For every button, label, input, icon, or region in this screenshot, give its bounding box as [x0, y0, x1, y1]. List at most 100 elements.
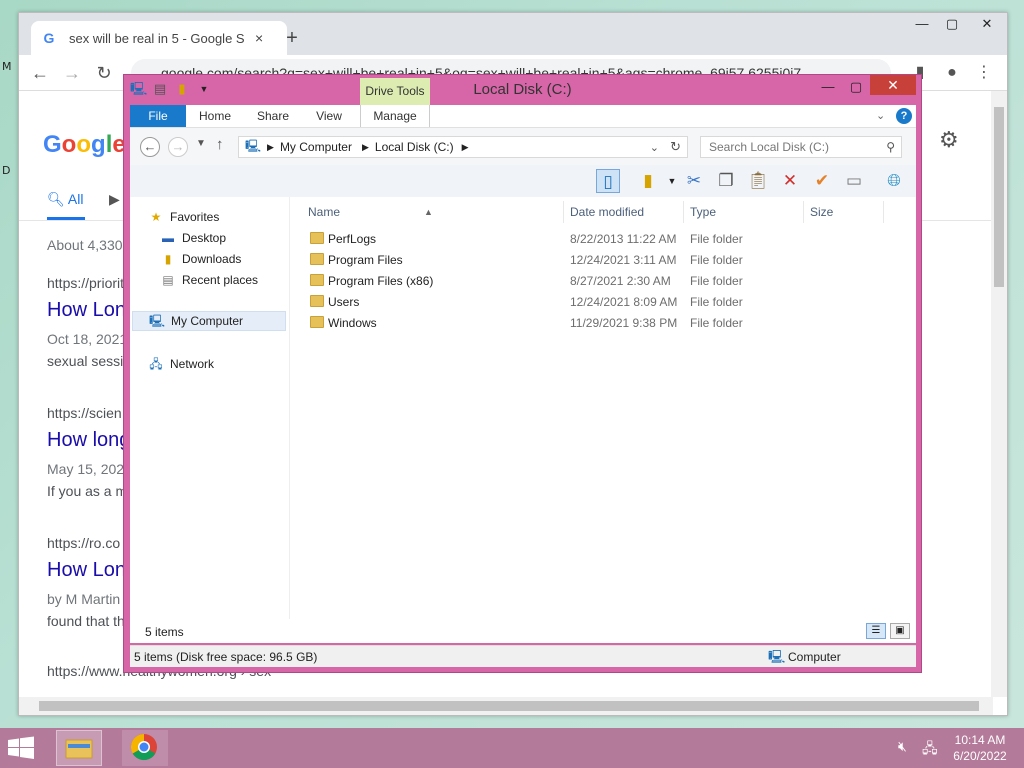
- nav-favorites[interactable]: ★ Favorites: [148, 207, 220, 227]
- desktop-icon-label[interactable]: D: [2, 164, 10, 177]
- videos-tab-icon[interactable]: ▶: [109, 191, 120, 208]
- rename-icon[interactable]: ▭: [842, 169, 866, 193]
- result-title-link[interactable]: How long: [47, 429, 130, 452]
- recent-locations-icon[interactable]: ▼: [196, 138, 206, 149]
- result-date: Oct 18, 2021: [47, 331, 128, 347]
- tab-view[interactable]: View: [306, 105, 352, 127]
- file-row[interactable]: Program Files 12/24/2021 3:11 AM File fo…: [298, 250, 898, 271]
- file-name: PerfLogs: [328, 232, 377, 246]
- file-row[interactable]: Users 12/24/2021 8:09 AM File folder: [298, 292, 898, 313]
- paste-icon[interactable]: 📋︎: [746, 169, 770, 193]
- search-input[interactable]: Search Local Disk (C:) ⚲: [700, 136, 902, 158]
- file-explorer-taskbar-icon[interactable]: [56, 730, 102, 766]
- forward-icon[interactable]: →: [59, 61, 85, 85]
- network-icon: 🖧: [149, 357, 163, 371]
- nav-downloads[interactable]: ▮ Downloads: [160, 249, 242, 269]
- system-clock[interactable]: 10:14 AM 6/20/2022: [940, 732, 1020, 764]
- result-title-link[interactable]: How Lon: [47, 559, 126, 582]
- result-snippet: sexual sessi: [47, 353, 124, 369]
- column-header-size[interactable]: Size: [804, 201, 884, 223]
- google-logo[interactable]: Google: [43, 131, 126, 159]
- column-header-name[interactable]: Name ▲: [302, 201, 564, 223]
- reload-icon[interactable]: ↻: [91, 61, 117, 85]
- breadcrumb-local-disk[interactable]: Local Disk (C:): [375, 140, 454, 154]
- copy-icon[interactable]: ❐: [714, 169, 738, 193]
- help-icon[interactable]: ?: [896, 108, 912, 124]
- back-icon[interactable]: ←: [140, 137, 160, 157]
- file-row[interactable]: Program Files (x86) 8/27/2021 2:30 AM Fi…: [298, 271, 898, 292]
- breadcrumb-my-computer[interactable]: My Computer: [280, 140, 352, 154]
- speaker-muted-icon[interactable]: 🔇︎: [898, 738, 907, 755]
- scrollbar-thumb[interactable]: [39, 701, 979, 711]
- cut-icon[interactable]: ✂: [682, 169, 706, 193]
- breadcrumb-chevron-icon[interactable]: ▶: [462, 142, 469, 153]
- result-url[interactable]: https://ro.co: [47, 535, 120, 551]
- expand-ribbon-icon[interactable]: ⌄: [876, 105, 885, 127]
- result-title-link[interactable]: How Lon: [47, 299, 126, 322]
- vertical-scrollbar[interactable]: [991, 91, 1007, 697]
- large-icons-view-icon[interactable]: ▣: [890, 623, 910, 639]
- horizontal-scrollbar[interactable]: [19, 697, 993, 715]
- tab-file[interactable]: File: [130, 105, 186, 127]
- delete-icon[interactable]: ✕: [778, 169, 802, 193]
- close-icon[interactable]: ✕: [967, 13, 1007, 35]
- tab-close-button[interactable]: ×: [255, 30, 263, 46]
- preview-pane-icon[interactable]: ▯: [596, 169, 620, 193]
- settings-gear-icon[interactable]: ⚙: [939, 127, 959, 153]
- profile-icon[interactable]: ●: [939, 61, 965, 85]
- checkmark-icon[interactable]: ✔: [810, 169, 834, 193]
- file-type: File folder: [690, 295, 743, 309]
- maximize-icon[interactable]: ▢: [842, 77, 870, 97]
- google-favicon-icon: G: [43, 30, 55, 46]
- details-view-icon[interactable]: ☰: [866, 623, 886, 639]
- file-row[interactable]: Windows 11/29/2021 9:38 PM File folder: [298, 313, 898, 334]
- chrome-menu-icon[interactable]: ⋮: [971, 61, 997, 85]
- tab-home[interactable]: Home: [192, 105, 238, 127]
- file-name: Users: [328, 295, 360, 309]
- computer-icon: 🖳: [768, 649, 786, 664]
- network-globe-icon[interactable]: 🌐︎: [882, 169, 906, 193]
- column-header-date[interactable]: Date modified: [564, 201, 684, 223]
- refresh-icon[interactable]: ↻: [670, 139, 681, 155]
- windows-start-icon[interactable]: [6, 736, 38, 760]
- nav-network[interactable]: 🖧 Network: [148, 354, 214, 374]
- result-snippet: found that th: [47, 613, 125, 629]
- tab-share[interactable]: Share: [250, 105, 296, 127]
- browser-tab[interactable]: G sex will be real in 5 - Google Sea ×: [31, 21, 287, 55]
- result-url[interactable]: https://priorit: [47, 275, 124, 291]
- chrome-taskbar-icon[interactable]: [122, 730, 168, 766]
- breadcrumb-chevron-icon[interactable]: ▶: [362, 142, 369, 153]
- dropdown-icon[interactable]: ▼: [660, 169, 684, 193]
- tab-manage[interactable]: Manage: [360, 105, 430, 127]
- address-dropdown-icon[interactable]: ⌄: [650, 141, 659, 154]
- result-url[interactable]: https://scien: [47, 405, 122, 421]
- back-icon[interactable]: ←: [27, 61, 53, 85]
- file-date: 8/27/2021 2:30 AM: [570, 274, 671, 288]
- taskbar: 🔇︎ 🖧 10:14 AM 6/20/2022: [0, 728, 1024, 768]
- desktop-icon-label[interactable]: M: [2, 60, 12, 73]
- minimize-icon[interactable]: —: [814, 77, 842, 97]
- maximize-icon[interactable]: ▢: [937, 13, 967, 35]
- new-tab-button[interactable]: +: [279, 25, 305, 51]
- folder-options-icon[interactable]: ▮: [636, 169, 660, 193]
- network-tray-icon[interactable]: 🖧: [922, 738, 938, 762]
- search-icon[interactable]: ⚲: [886, 137, 895, 157]
- search-placeholder: Search Local Disk (C:): [709, 140, 830, 154]
- minimize-icon[interactable]: —: [907, 13, 937, 35]
- file-type: File folder: [690, 316, 743, 330]
- up-icon[interactable]: ↑: [216, 136, 224, 153]
- forward-icon[interactable]: →: [168, 137, 188, 157]
- breadcrumb-chevron-icon[interactable]: ▶: [267, 142, 274, 153]
- close-button[interactable]: ✕: [870, 75, 916, 95]
- nav-recent-places[interactable]: ▤ Recent places: [160, 270, 258, 290]
- address-box[interactable]: 🖳 ▶ My Computer ▶ Local Disk (C:) ▶ ⌄ ↻: [238, 136, 688, 158]
- nav-my-computer[interactable]: 🖳 My Computer: [132, 311, 286, 331]
- star-icon: ★: [150, 210, 162, 224]
- scrollbar-thumb[interactable]: [994, 107, 1004, 287]
- details-status-bar: 5 items (Disk free space: 96.5 GB) 🖳 Com…: [130, 645, 916, 667]
- column-header-type[interactable]: Type: [684, 201, 804, 223]
- tab-all[interactable]: 🔍︎ All: [47, 191, 83, 208]
- nav-desktop[interactable]: ▬ Desktop: [160, 228, 226, 248]
- explorer-titlebar[interactable]: 🖳 ▤ ▮ ▼ Local Disk (C:) — ▢ ✕: [124, 75, 921, 105]
- file-row[interactable]: PerfLogs 8/22/2013 11:22 AM File folder: [298, 229, 898, 250]
